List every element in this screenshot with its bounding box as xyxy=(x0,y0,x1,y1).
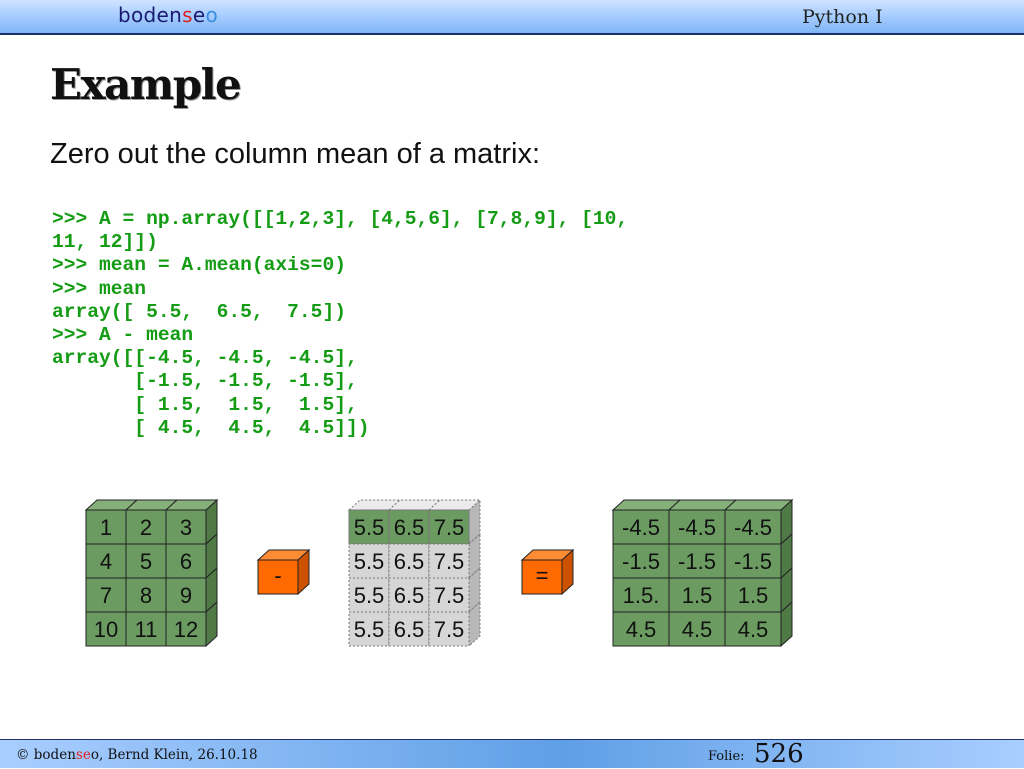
matrix-a-value: 11 xyxy=(135,617,158,642)
matrix-mean-value: 5.5 xyxy=(354,583,385,608)
matrix-result-value: -1.5 xyxy=(734,549,772,574)
matrix-mean-value: 7.5 xyxy=(434,549,465,574)
matrix-mean-value: 6.5 xyxy=(394,515,425,540)
matrix-mean-value: 7.5 xyxy=(434,583,465,608)
matrix-a-value: 1 xyxy=(100,515,112,540)
matrix-mean-value: 5.5 xyxy=(354,617,385,642)
matrix-result-value: -4.5 xyxy=(622,515,660,540)
matrix-result-value: 4.5 xyxy=(738,617,769,642)
minus-operator-symbol: - xyxy=(274,563,281,588)
matrix-result-value: 1.5 xyxy=(738,583,769,608)
matrix-result-value: -4.5 xyxy=(734,515,772,540)
matrix-result-value: -4.5 xyxy=(678,515,716,540)
matrix-a-value: 7 xyxy=(100,583,112,608)
broadcast-diagram: 1 2 34 5 67 8 910 11 12-5.5 6.5 7.55.5 6.5 7.55.5 6.5… xyxy=(84,498,794,648)
matrix-mean-value: 5.5 xyxy=(354,549,385,574)
slide-number: 526 xyxy=(754,739,804,769)
matrix-a-value: 5 xyxy=(140,549,152,574)
matrix-result-value: 1.5. xyxy=(623,583,660,608)
matrix-mean-value: 6.5 xyxy=(394,583,425,608)
footer-bar: © bodenseo, Bernd Klein, 26.10.18 Folie:… xyxy=(0,739,1024,769)
matrix-result-top xyxy=(723,499,794,511)
equals-operator-symbol: = xyxy=(536,563,549,588)
matrix-a-value: 4 xyxy=(100,549,112,574)
matrix-mean-value: 6.5 xyxy=(394,549,425,574)
matrix-mean-value: 6.5 xyxy=(394,617,425,642)
matrix-result-value: 4.5 xyxy=(682,617,713,642)
matrix-result-value: -1.5 xyxy=(678,549,716,574)
matrix-mean-value: 7.5 xyxy=(434,617,465,642)
matrix-a-value: 10 xyxy=(94,617,118,642)
matrix-a-value: 6 xyxy=(180,549,192,574)
copyright-text: © bodenseo, Bernd Klein, 26.10.18 xyxy=(16,747,258,763)
matrix-a-value: 8 xyxy=(140,583,152,608)
matrix-a-value: 9 xyxy=(180,583,192,608)
matrix-result-value: 4.5 xyxy=(626,617,657,642)
matrix-result-value: 1.5 xyxy=(682,583,713,608)
matrix-a-value: 12 xyxy=(174,617,198,642)
matrix-result-value: -1.5 xyxy=(622,549,660,574)
matrix-a-value: 3 xyxy=(180,515,192,540)
folie-label: Folie: xyxy=(708,749,745,764)
matrix-mean-value: 5.5 xyxy=(354,515,385,540)
matrix-mean-value: 7.5 xyxy=(434,515,465,540)
matrix-a-value: 2 xyxy=(140,515,152,540)
